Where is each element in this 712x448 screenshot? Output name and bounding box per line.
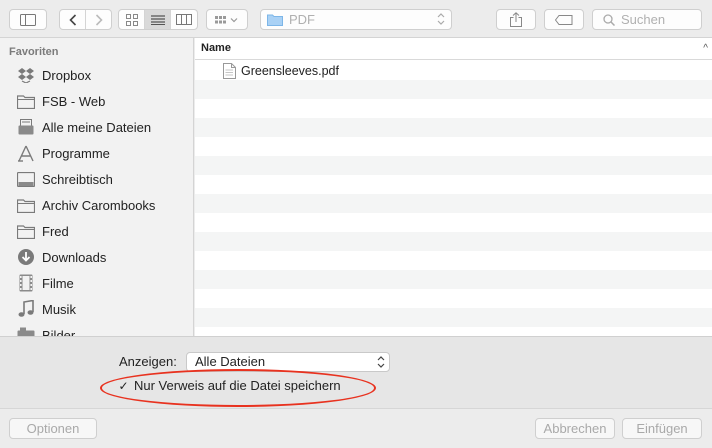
sidebar-toggle-icon: [20, 13, 36, 26]
sidebar-item-label: Musik: [42, 301, 76, 317]
sidebar-item-downloads[interactable]: Downloads: [0, 244, 193, 270]
table-row: [195, 137, 712, 156]
sidebar-item-all-files[interactable]: Alle meine Dateien: [0, 114, 193, 140]
sidebar-header: Favoriten: [9, 46, 59, 58]
sidebar-item-label: Alle meine Dateien: [42, 119, 152, 135]
tag-icon: [555, 14, 573, 25]
sort-ascending-icon: ^: [703, 43, 708, 54]
alias-checkbox-label[interactable]: Nur Verweis auf die Datei speichern: [134, 378, 341, 393]
icon-view-icon: [125, 13, 138, 26]
sidebar-item-desktop[interactable]: Schreibtisch: [0, 166, 193, 192]
table-row: [195, 156, 712, 175]
tag-button[interactable]: [544, 9, 584, 30]
movies-icon: [16, 273, 36, 293]
list-view-icon: [150, 14, 165, 25]
sidebar-item-music[interactable]: Musik: [0, 296, 193, 322]
arrange-icon: [215, 15, 238, 23]
table-row: [195, 327, 712, 336]
back-forward-control: [59, 9, 112, 30]
location-popup[interactable]: PDF: [260, 9, 452, 30]
search-placeholder: Suchen: [621, 12, 666, 27]
location-label: PDF: [289, 12, 315, 27]
accessory-panel: Anzeigen: Alle Dateien ✓ Nur Verweis auf…: [0, 336, 712, 408]
column-view-icon: [176, 14, 192, 25]
arrange-button[interactable]: [206, 9, 248, 30]
share-button[interactable]: [496, 9, 536, 30]
column-header-name[interactable]: Name ^: [195, 38, 712, 60]
sidebar-item-label: Schreibtisch: [42, 171, 113, 187]
pdf-file-icon: [223, 62, 236, 79]
table-row: [195, 232, 712, 251]
table-row: [195, 213, 712, 232]
view-mode-control: [118, 9, 198, 30]
sidebar-item-archiv-carombooks[interactable]: Archiv Carombooks: [0, 192, 193, 218]
file-type-value: Alle Dateien: [195, 354, 266, 369]
up-down-arrows-icon: [437, 13, 445, 25]
sidebar-item-pictures[interactable]: Bilder: [0, 322, 193, 337]
folder-icon: [16, 195, 36, 215]
table-row: [195, 308, 712, 327]
all-files-icon: [16, 117, 36, 137]
column-view-button[interactable]: [171, 10, 197, 29]
sidebar-item-fred[interactable]: Fred: [0, 218, 193, 244]
cancel-button[interactable]: Abbrechen: [535, 418, 615, 439]
sidebar-item-label: Archiv Carombooks: [42, 197, 156, 213]
back-icon: [68, 13, 76, 26]
column-header-label: Name: [201, 42, 231, 54]
folder-icon: [16, 91, 36, 111]
search-field[interactable]: Suchen: [592, 9, 702, 30]
forward-icon: [95, 13, 103, 26]
show-label: Anzeigen:: [119, 354, 177, 369]
applications-icon: [16, 143, 36, 163]
sidebar-item-label: Dropbox: [42, 67, 92, 83]
insert-button[interactable]: Einfügen: [622, 418, 702, 439]
pictures-icon: [16, 325, 36, 336]
file-name: Greensleeves.pdf: [241, 63, 339, 78]
folder-icon: [16, 221, 36, 241]
table-row: [195, 194, 712, 213]
sidebar: Favoriten Dropbox FSB - Web Alle meine D…: [0, 38, 194, 336]
table-row: [195, 251, 712, 270]
sidebar-item-label: FSB - Web: [42, 93, 106, 109]
search-icon: [603, 13, 615, 26]
file-list: Name ^ Greensleeves.pdf: [195, 38, 712, 336]
downloads-icon: [16, 247, 36, 267]
options-button[interactable]: Optionen: [9, 418, 97, 439]
alias-checkbox-row[interactable]: ✓ Nur Verweis auf die Datei speichern: [117, 378, 341, 393]
sidebar-item-label: Downloads: [42, 249, 107, 265]
sidebar-item-label: Filme: [42, 275, 74, 291]
toolbar: PDF Suchen: [0, 0, 712, 38]
sidebar-item-label: Bilder: [42, 327, 76, 337]
folder-icon: [267, 14, 283, 26]
footer: Optionen Abbrechen Einfügen: [0, 408, 712, 448]
list-view-button[interactable]: [145, 10, 171, 29]
file-type-select[interactable]: Alle Dateien: [186, 352, 390, 372]
table-row: [195, 270, 712, 289]
file-item-greensleeves[interactable]: Greensleeves.pdf: [223, 61, 339, 80]
table-row: [195, 80, 712, 99]
back-button[interactable]: [60, 10, 86, 29]
table-row: [195, 289, 712, 308]
table-row: [195, 118, 712, 137]
desktop-icon: [16, 169, 36, 189]
sidebar-item-label: Fred: [42, 223, 69, 239]
icon-view-button[interactable]: [119, 10, 145, 29]
share-icon: [510, 12, 522, 27]
sidebar-item-label: Programme: [42, 145, 110, 161]
table-row: [195, 99, 712, 118]
dropbox-icon: [16, 65, 36, 85]
alias-checkbox[interactable]: ✓: [117, 379, 130, 393]
sidebar-toggle-button[interactable]: [9, 9, 47, 30]
sidebar-item-applications[interactable]: Programme: [0, 140, 193, 166]
table-row: [195, 175, 712, 194]
sidebar-item-dropbox[interactable]: Dropbox: [0, 62, 193, 88]
sidebar-item-fsb-web[interactable]: FSB - Web: [0, 88, 193, 114]
forward-button[interactable]: [86, 10, 111, 29]
music-icon: [16, 299, 36, 319]
sidebar-item-movies[interactable]: Filme: [0, 270, 193, 296]
up-down-arrows-icon: [377, 356, 385, 368]
